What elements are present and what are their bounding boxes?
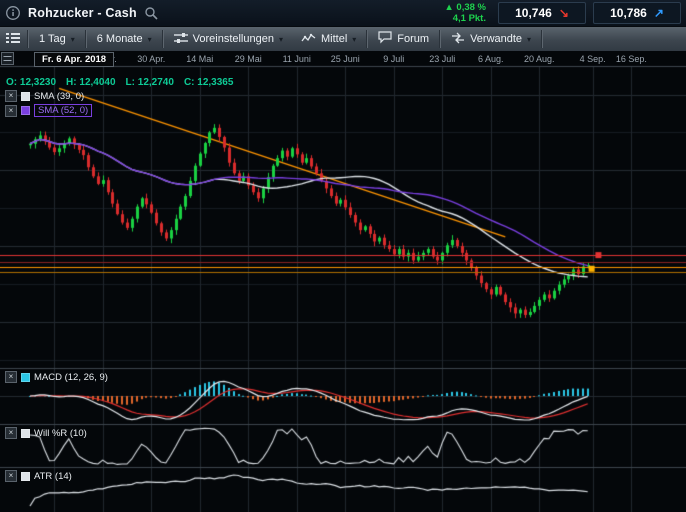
macd-color-swatch — [21, 373, 30, 382]
axis-settings-icon[interactable] — [1, 52, 14, 70]
toolbar-separator — [85, 30, 87, 48]
low-value: L: 12,2740 — [126, 77, 174, 88]
willr-color-swatch — [21, 429, 30, 438]
chevron-down-icon: ▾ — [279, 35, 283, 44]
atr-indicator-label: × ATR (14) — [5, 470, 72, 482]
close-sma39-button[interactable]: × — [5, 90, 17, 102]
willr-indicator-label: × Will %R (10) — [5, 427, 87, 439]
sell-price-button[interactable]: 10,746 ↘ — [498, 2, 586, 24]
close-atr-button[interactable]: × — [5, 470, 17, 482]
chart-list-button[interactable] — [0, 27, 26, 51]
date-tick-label: 9 Juli — [383, 54, 404, 64]
presets-dropdown[interactable]: Voreinstellungen ▾ — [165, 27, 292, 51]
date-tick-label: 14 Mai — [186, 54, 213, 64]
toolbar-separator — [162, 30, 164, 48]
change-percent: ▲ 0,38 % — [444, 2, 486, 13]
chevron-down-icon: ▾ — [148, 35, 152, 44]
date-tick-label: 11 Juni — [283, 54, 311, 64]
atr-label-text: ATR (14) — [34, 471, 72, 482]
chart-toolbar: 1 Tag ▾ 6 Monate ▾ Voreinstellungen ▾ Mi… — [0, 27, 686, 51]
toolbar-separator — [366, 30, 368, 48]
range-label: 6 Monate — [97, 33, 143, 45]
close-sma52-button[interactable]: × — [5, 105, 17, 117]
sma52-color-swatch — [21, 106, 30, 115]
timeframe-label: 1 Tag — [39, 33, 66, 45]
related-arrows-icon — [451, 32, 465, 47]
change-points: 4,1 Pkt. — [444, 13, 486, 24]
forum-button[interactable]: Forum — [369, 27, 438, 51]
sell-direction-arrow-icon: ↘ — [559, 7, 569, 19]
toolbar-separator — [541, 30, 543, 48]
list-icon — [6, 32, 20, 47]
toolbar-separator — [439, 30, 441, 48]
date-tick-label: 4 Sep. — [580, 54, 606, 64]
chart-canvas[interactable] — [0, 51, 686, 512]
indicators-label: Mittel — [321, 33, 347, 45]
sma52-label-text: SMA (52, 0) — [34, 104, 92, 117]
chevron-down-icon: ▾ — [527, 35, 531, 44]
price-change-block: ▲ 0,38 % 4,1 Pkt. — [444, 2, 491, 25]
sma39-color-swatch — [21, 92, 30, 101]
trading-app-window: Rohzucker - Cash ▲ 0,38 % 4,1 Pkt. 10,74… — [0, 0, 686, 512]
macd-label-text: MACD (12, 26, 9) — [34, 372, 108, 383]
date-tick-label: 20 Aug. — [524, 54, 555, 64]
instrument-title: Rohzucker - Cash — [28, 6, 137, 20]
date-tick-label: 29 Mai — [235, 54, 262, 64]
atr-color-swatch — [21, 472, 30, 481]
date-tick-label: 23 Juli — [429, 54, 455, 64]
speech-bubble-icon — [378, 31, 392, 47]
indicators-dropdown[interactable]: Mittel ▾ — [292, 27, 365, 51]
sliders-icon — [174, 32, 188, 47]
buy-price: 10,786 — [610, 6, 647, 20]
related-label: Verwandte — [470, 33, 522, 45]
indicator-curve-icon — [301, 32, 316, 47]
forum-label: Forum — [397, 33, 429, 45]
sell-price: 10,746 — [515, 6, 552, 20]
buy-price-button[interactable]: 10,786 ↗ — [593, 2, 681, 24]
willr-label-text: Will %R (10) — [34, 428, 87, 439]
sma39-indicator-label: × SMA (39, 0) — [5, 90, 84, 102]
related-dropdown[interactable]: Verwandte ▾ — [442, 27, 540, 51]
open-value: O: 12,3230 — [6, 77, 56, 88]
close-value: C: 12,3365 — [184, 77, 234, 88]
chart-region: 16 Apr.30 Apr.14 Mai29 Mai11 Juni25 Juni… — [0, 51, 686, 512]
chevron-down-icon: ▾ — [71, 35, 75, 44]
sma52-indicator-label: × SMA (52, 0) — [5, 104, 92, 117]
macd-indicator-label: × MACD (12, 26, 9) — [5, 371, 108, 383]
presets-label: Voreinstellungen — [193, 33, 274, 45]
date-tick-label: 30 Apr. — [137, 54, 165, 64]
date-tick-label: 16 Sep. — [616, 54, 647, 64]
date-tooltip: Fr. 6 Apr. 2018 — [34, 52, 114, 67]
instrument-info-icon[interactable] — [5, 5, 21, 21]
sma39-label-text: SMA (39, 0) — [34, 91, 84, 102]
date-tick-label: 25 Juni — [331, 54, 360, 64]
timeframe-dropdown[interactable]: 1 Tag ▾ — [30, 27, 84, 51]
buy-direction-arrow-icon: ↗ — [654, 7, 664, 19]
close-willr-button[interactable]: × — [5, 427, 17, 439]
high-value: H: 12,4040 — [66, 77, 116, 88]
date-tick-label: 6 Aug. — [478, 54, 504, 64]
toolbar-separator — [27, 30, 29, 48]
chevron-down-icon: ▾ — [352, 35, 356, 44]
search-icon[interactable] — [144, 6, 158, 20]
header: Rohzucker - Cash ▲ 0,38 % 4,1 Pkt. 10,74… — [0, 0, 686, 27]
range-dropdown[interactable]: 6 Monate ▾ — [88, 27, 161, 51]
close-macd-button[interactable]: × — [5, 371, 17, 383]
ohlc-legend: O: 12,3230 H: 12,4040 L: 12,2740 C: 12,3… — [6, 77, 233, 88]
